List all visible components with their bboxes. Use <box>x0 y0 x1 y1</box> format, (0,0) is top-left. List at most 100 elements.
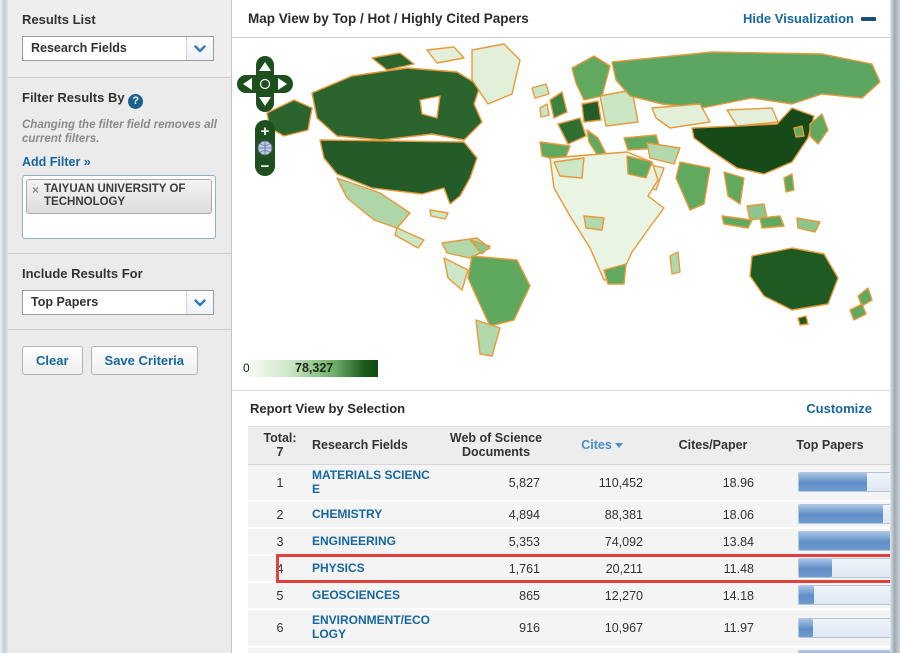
legend-min-value: 0 <box>243 361 250 375</box>
help-icon[interactable]: ? <box>128 93 144 109</box>
map-country <box>669 251 681 275</box>
field-link[interactable]: GEOSCIENCES <box>312 589 400 603</box>
row-docs: 21,899 <box>444 649 548 653</box>
map-country <box>394 227 425 249</box>
map-country <box>721 215 753 229</box>
table-row: 6 ENVIRONMENT/ECOLOGY 916 10,967 11.97 8 <box>248 610 900 648</box>
minus-icon <box>861 16 876 21</box>
legend-gradient-bar: 0 78,327 <box>240 360 378 377</box>
row-rank: 4 <box>276 561 284 576</box>
sidebar-buttons: Clear Save Criteria <box>8 330 231 391</box>
sort-descending-icon <box>614 443 623 449</box>
top-papers-bar-fill <box>799 505 883 524</box>
results-list-dropdown-value: Research Fields <box>31 41 127 55</box>
sidebar: Results List Research Fields Filter Resu… <box>8 0 232 653</box>
row-cites: 110,452 <box>598 475 643 490</box>
map-country <box>571 55 611 101</box>
map-country <box>611 51 881 109</box>
row-cites-paper: 13.84 <box>722 534 754 549</box>
map-country <box>471 43 521 105</box>
top-papers-bar: 39 <box>798 472 900 493</box>
map-country <box>467 255 531 327</box>
cites-label: Cites <box>581 438 612 453</box>
table-row: 3 ENGINEERING 5,353 74,092 13.84 63 <box>248 529 900 557</box>
col-total: Total: 7 <box>248 427 312 464</box>
filter-heading: Filter Results By ? <box>22 90 217 109</box>
field-link[interactable]: ENGINEERING <box>312 535 396 549</box>
map-country <box>726 107 779 127</box>
map-country <box>857 287 873 307</box>
include-results-dropdown[interactable]: Top Papers <box>22 290 214 316</box>
customize-link[interactable]: Customize <box>806 401 872 416</box>
row-cites: 12,270 <box>604 588 643 603</box>
legend-max-value: 78,327 <box>295 361 334 375</box>
table-row: 2 CHEMISTRY 4,894 88,381 18.06 48 <box>248 502 900 530</box>
left-scroll-gutter[interactable] <box>0 0 8 653</box>
top-papers-bar: 8 <box>798 617 900 638</box>
filter-note: Changing the filter field removes all cu… <box>22 118 217 145</box>
map-country <box>319 139 478 205</box>
map-legend: 0 78,327 <box>232 360 890 390</box>
map-country <box>796 217 821 233</box>
add-filter-link[interactable]: Add Filter » <box>22 155 91 169</box>
map-country <box>426 46 465 64</box>
row-cites-paper: 14.18 <box>722 588 754 603</box>
row-rank: 1 <box>276 475 284 490</box>
table-row: 5 GEOSCIENCES 865 12,270 14.18 9 <box>248 583 900 611</box>
field-link[interactable]: ENVIRONMENT/ECOLOGY <box>312 614 434 642</box>
top-papers-bar-fill <box>799 473 868 492</box>
row-cites-paper: 15.47 <box>656 649 770 653</box>
total-label: Total: <box>263 431 297 445</box>
col-cites-sorted[interactable]: Cites <box>548 434 656 456</box>
right-scrollbar[interactable] <box>890 0 900 653</box>
row-cites-paper: 18.96 <box>722 475 754 490</box>
map-country <box>419 95 441 119</box>
field-link[interactable]: PHYSICS <box>312 562 365 576</box>
results-list-dropdown[interactable]: Research Fields <box>22 36 214 61</box>
include-results-dropdown-value: Top Papers <box>31 295 99 310</box>
row-cites-paper: 11.97 <box>723 621 754 636</box>
map-country <box>723 171 745 205</box>
filter-tag-label: TAIYUAN UNIVERSITY OF TECHNOLOGY <box>44 183 186 209</box>
map-country <box>475 319 501 357</box>
top-papers-bar: 9 <box>798 585 900 606</box>
chevron-down-icon <box>186 37 213 60</box>
table-row: 0 ALL FIELDS 21,899 338,807 15.47 206 <box>248 647 900 653</box>
remove-filter-icon[interactable]: × <box>32 183 39 197</box>
map-header: Map View by Top / Hot / Highly Cited Pap… <box>232 0 890 38</box>
field-link[interactable]: MATERIALS SCIENCE <box>312 468 434 497</box>
zoom-in-icon[interactable]: + <box>261 123 270 140</box>
zoom-out-icon[interactable]: − <box>261 158 270 175</box>
row-rank: 0 <box>248 649 312 653</box>
map-title: Map View by Top / Hot / Highly Cited Pap… <box>248 11 529 26</box>
row-rank: 3 <box>276 534 284 549</box>
include-results-section: Include Results For Top Papers <box>8 254 231 331</box>
top-papers-bar-fill <box>799 559 832 578</box>
row-docs: 4,894 <box>508 507 540 522</box>
save-criteria-button[interactable]: Save Criteria <box>90 346 199 376</box>
map-country <box>557 117 587 145</box>
row-rank: 2 <box>276 507 284 522</box>
filter-heading-label: Filter Results By <box>22 90 125 105</box>
map-country <box>646 142 681 165</box>
world-map[interactable]: + − <box>232 38 890 358</box>
col-top-papers[interactable]: Top Papers <box>770 434 890 456</box>
active-filters-box: × TAIYUAN UNIVERSITY OF TECHNOLOGY <box>22 175 216 240</box>
row-rank: 6 <box>276 621 284 636</box>
map-country <box>539 103 550 118</box>
row-docs: 5,353 <box>508 534 540 549</box>
map-country <box>429 209 449 220</box>
map-zoom-control[interactable]: + − <box>255 120 275 176</box>
col-cites-paper[interactable]: Cites/Paper <box>656 434 770 456</box>
report-table: Total: 7 Research Fields Web of Science … <box>232 426 900 653</box>
field-link[interactable]: CHEMISTRY <box>312 508 382 522</box>
col-research-fields: Research Fields <box>312 438 408 453</box>
filter-tag[interactable]: × TAIYUAN UNIVERSITY OF TECHNOLOGY <box>26 179 212 214</box>
include-results-heading: Include Results For <box>22 266 143 282</box>
clear-button[interactable]: Clear <box>22 346 83 376</box>
map-pan-control[interactable] <box>237 56 293 112</box>
hide-visualization-link[interactable]: Hide Visualization <box>743 11 876 26</box>
map-country <box>583 215 605 231</box>
col-wos-documents[interactable]: Web of Science Documents <box>444 427 548 464</box>
table-row: 1 MATERIALS SCIENCE 5,827 110,452 18.96 … <box>248 464 900 503</box>
